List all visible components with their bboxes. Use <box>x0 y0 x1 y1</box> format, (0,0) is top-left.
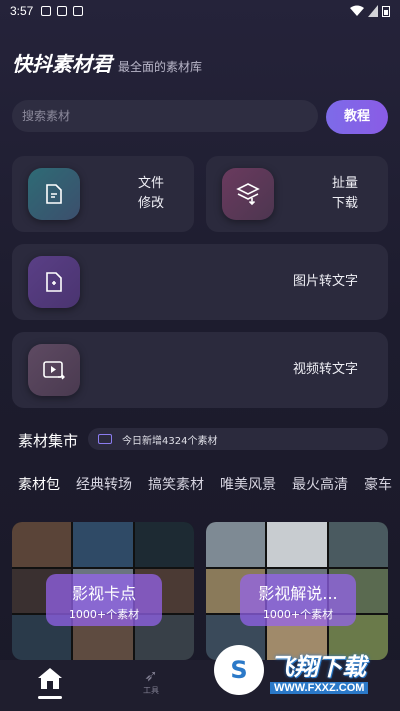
watermark-text: 飞翔下载 <box>270 652 366 681</box>
app-subtitle: 最全面的素材库 <box>118 60 203 74</box>
image-file-icon <box>28 256 80 308</box>
watermark-text-block: 飞翔下载 WWW.FXXZ.COM <box>270 647 369 694</box>
home-icon[interactable] <box>38 668 62 690</box>
watermark: S 飞翔下载 WWW.FXXZ.COM <box>214 642 390 698</box>
batch-download-label-line2: 下载 <box>331 196 358 211</box>
image-to-text-label: 图片转文字 <box>292 274 358 289</box>
file-edit-label-line1: 文件 <box>137 176 164 191</box>
wifi-icon <box>350 5 364 16</box>
notification-icon <box>41 6 52 16</box>
batch-download-label: 扯量 下载 <box>332 174 358 214</box>
file-edit-card[interactable]: 文件 修改 <box>12 156 194 232</box>
video-to-text-card[interactable]: 视频转文字 <box>12 332 388 408</box>
battery-icon <box>382 6 390 17</box>
pack-title: 影视卡点 <box>71 584 136 603</box>
material-pack-card[interactable]: 影视卡点 1000+个素材 <box>12 522 194 660</box>
nav-tools-label: 工具 <box>143 686 159 695</box>
video-file-icon <box>28 344 80 396</box>
new-materials-notice[interactable]: 今日新增4324个素材 <box>88 428 388 450</box>
tab-material-pack[interactable]: 素材包 <box>18 474 60 494</box>
status-right <box>350 5 390 17</box>
tab-classic-transition[interactable]: 经典转场 <box>76 474 132 494</box>
pack-title: 影视解说... <box>258 584 338 603</box>
search-input[interactable]: 搜索素材 <box>12 100 318 132</box>
material-pack-card[interactable]: 影视解说... 1000+个素材 <box>206 522 388 660</box>
pack-count: 1000+个素材 <box>262 608 334 621</box>
layers-download-icon <box>222 168 274 220</box>
home-active-indicator <box>38 696 62 699</box>
pack-label: 影视卡点 1000+个素材 <box>46 574 162 626</box>
watermark-url: WWW.FXXZ.COM <box>270 681 369 694</box>
image-to-text-card[interactable]: 图片转文字 <box>12 244 388 320</box>
tab-hd[interactable]: 最火高清 <box>292 474 348 494</box>
market-title: 素材集市 <box>18 432 79 450</box>
status-time: 3:57 <box>10 4 34 18</box>
rocket-icon: ➶ <box>144 666 158 685</box>
tab-luxury-car[interactable]: 豪车 <box>364 474 392 494</box>
nav-tools[interactable]: ➶ 工具 <box>136 666 166 696</box>
file-edit-icon <box>28 168 80 220</box>
folder-icon <box>98 434 112 444</box>
image-icon <box>57 6 68 16</box>
status-bar: 3:57 <box>0 0 400 22</box>
batch-download-card[interactable]: 扯量 下载 <box>206 156 388 232</box>
notice-text: 今日新增4324个素材 <box>122 435 218 447</box>
app-title: 快抖素材君 <box>12 52 112 76</box>
tutorial-button[interactable]: 教程 <box>326 100 388 134</box>
pack-count: 1000+个素材 <box>68 608 140 621</box>
batch-download-label-line1: 扯量 <box>331 176 358 191</box>
signal-icon <box>368 5 378 17</box>
pack-label: 影视解说... 1000+个素材 <box>240 574 356 626</box>
watermark-logo-icon: S <box>214 645 264 695</box>
category-tabs: 素材包 经典转场 搞笑素材 唯美风景 最火高清 豪车 <box>18 474 400 494</box>
app-header: 快抖素材君 最全面的素材库 <box>12 48 202 77</box>
tab-funny[interactable]: 搞笑素材 <box>148 474 204 494</box>
search-row: 搜索素材 教程 <box>12 100 388 134</box>
file-edit-label-line2: 修改 <box>137 196 164 211</box>
file-edit-label: 文件 修改 <box>138 174 164 214</box>
tab-scenery[interactable]: 唯美风景 <box>220 474 276 494</box>
app-icon <box>73 6 84 16</box>
video-to-text-label: 视频转文字 <box>292 362 358 377</box>
